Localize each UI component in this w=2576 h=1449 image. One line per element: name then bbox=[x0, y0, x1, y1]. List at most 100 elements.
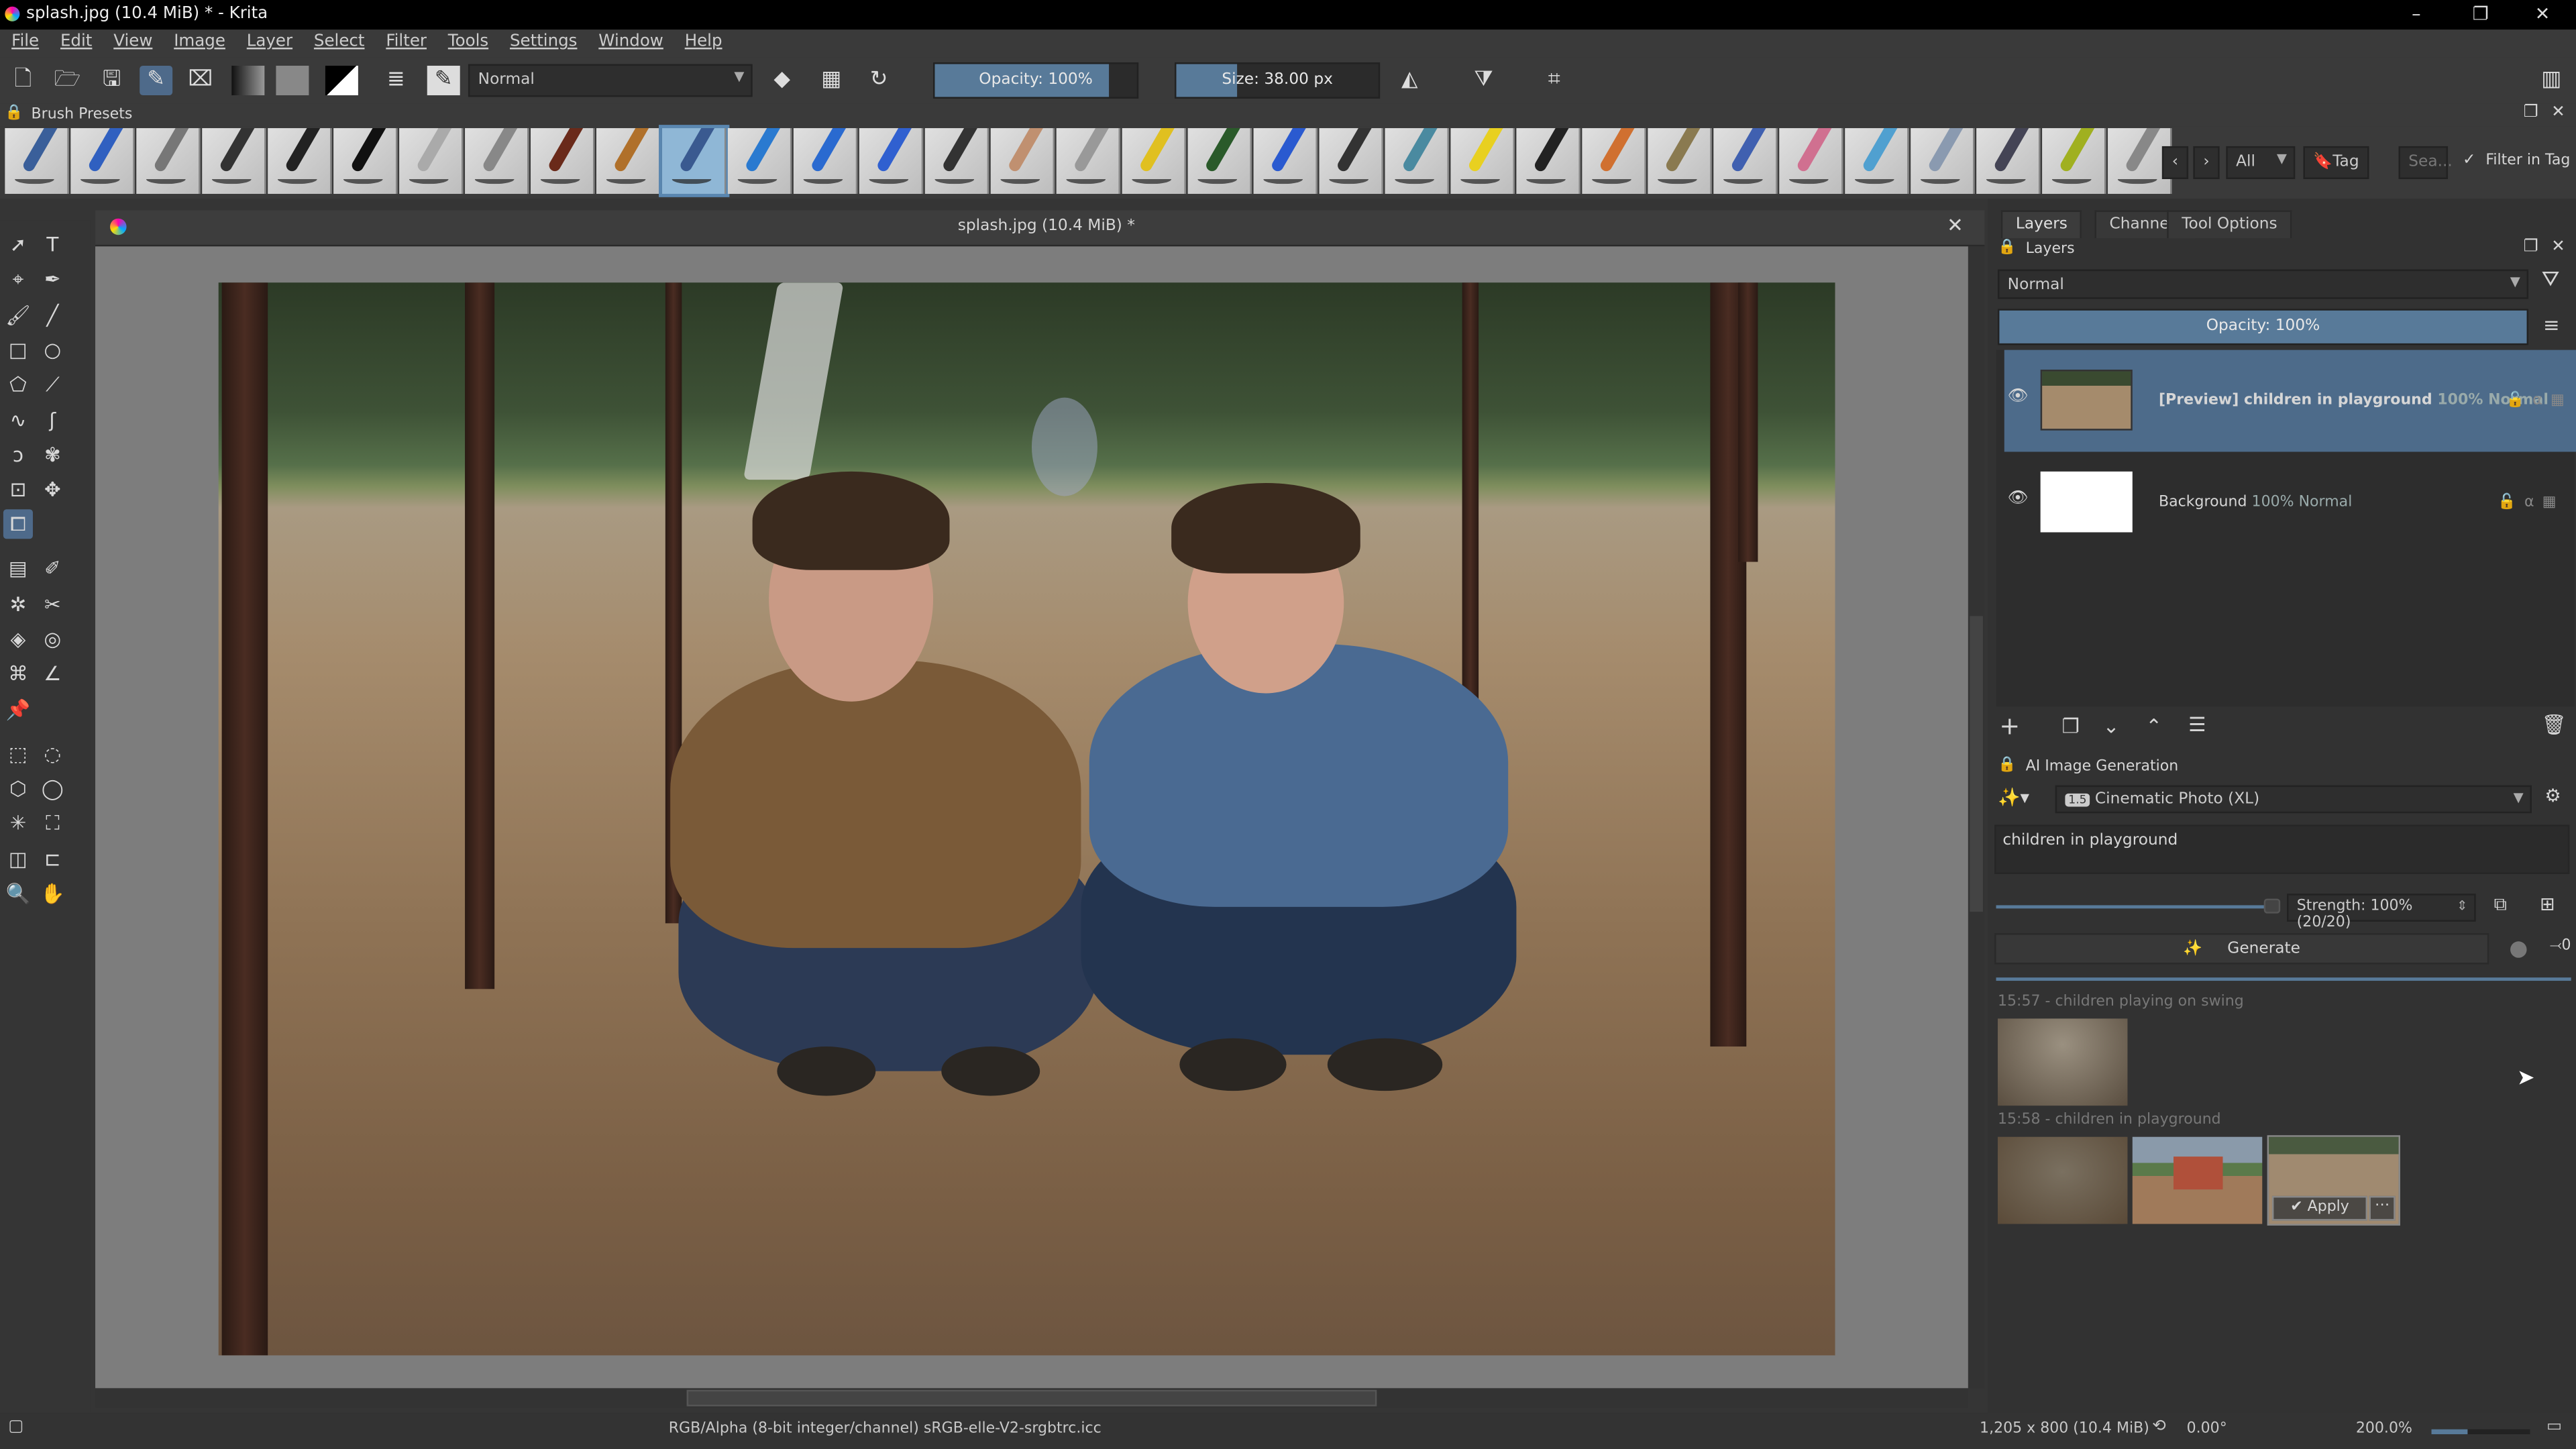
preserve-alpha-icon[interactable]: ▦ bbox=[815, 66, 848, 95]
edit-shapes-tool-icon[interactable]: ⌖ bbox=[3, 265, 33, 294]
new-document-icon[interactable]: 🗋 bbox=[7, 66, 40, 95]
save-icon[interactable]: 🖫 bbox=[95, 66, 128, 95]
bezier-tool-icon[interactable]: ∿ bbox=[3, 405, 33, 435]
brush-editor-icon[interactable]: ✎ bbox=[140, 65, 173, 96]
brush-preset-tile[interactable] bbox=[1911, 128, 1975, 194]
lock-icon[interactable]: 🔒 bbox=[1998, 757, 2016, 773]
layer-opacity-slider[interactable]: Opacity: 100% bbox=[1997, 309, 2529, 345]
magnetic-select-tool-icon[interactable]: ⊏ bbox=[38, 844, 67, 873]
next-preset-button[interactable]: › bbox=[2193, 146, 2220, 179]
polygon-tool-icon[interactable]: ⬠ bbox=[3, 370, 33, 399]
layer-blend-mode-dropdown[interactable]: Normal ▼ bbox=[1997, 269, 2529, 299]
close-document-button[interactable]: ✕ bbox=[1947, 213, 1964, 236]
menu-window[interactable]: Window bbox=[587, 30, 673, 51]
strength-spinbox[interactable]: Strength: 100% (20/20) ⇕ bbox=[2287, 894, 2476, 932]
filter-icon[interactable]: ⛛ bbox=[2542, 268, 2560, 292]
maximize-button[interactable]: ❐ bbox=[2473, 3, 2489, 25]
tag-filter-dropdown[interactable]: All ▼ bbox=[2226, 146, 2296, 179]
dynamic-brush-tool-icon[interactable]: ↄ bbox=[3, 440, 33, 470]
brush-preset-tile[interactable] bbox=[268, 128, 332, 194]
brush-preset-tile[interactable] bbox=[1779, 128, 1843, 194]
move-layer-up-icon[interactable]: ⌃ bbox=[2145, 714, 2162, 737]
history-thumbnail[interactable] bbox=[1997, 1136, 2128, 1224]
brush-preset-icon[interactable]: ✎ bbox=[427, 65, 460, 96]
tag-button[interactable]: 🔖Tag bbox=[2303, 146, 2369, 179]
close-window-button[interactable]: ✕ bbox=[2535, 3, 2551, 25]
more-options-button[interactable]: ⋯ bbox=[2369, 1195, 2396, 1221]
canvas-image[interactable] bbox=[218, 282, 1835, 1356]
menu-layer[interactable]: Layer bbox=[235, 30, 303, 51]
rectangle-tool-icon[interactable]: □ bbox=[3, 335, 33, 364]
history-thumbnail-selected[interactable]: ✔ Apply ⋯ bbox=[2267, 1135, 2400, 1226]
bezier-select-tool-icon[interactable]: ◫ bbox=[3, 844, 33, 873]
brush-preset-tile[interactable] bbox=[399, 128, 464, 194]
crop-tool-icon[interactable]: ⧠ bbox=[3, 510, 33, 540]
generate-button[interactable]: ✨ Generate bbox=[1994, 933, 2489, 965]
brush-preset-tile[interactable] bbox=[1845, 128, 1909, 194]
brush-preset-tile[interactable] bbox=[1516, 128, 1580, 194]
history-thumbnail[interactable] bbox=[2132, 1136, 2263, 1224]
add-layer-result-icon[interactable]: ⧉ bbox=[2494, 894, 2507, 916]
lock-icon[interactable]: 🔒 bbox=[1998, 240, 2016, 256]
add-layer-icon[interactable]: + bbox=[1999, 711, 2020, 741]
queue-count[interactable]: ⤙0 bbox=[2550, 938, 2571, 954]
brush-preset-tile[interactable] bbox=[202, 128, 266, 194]
preset-search-input[interactable]: Sea... bbox=[2398, 146, 2453, 179]
calligraphy-tool-icon[interactable]: ✒ bbox=[38, 265, 67, 294]
fill-tool-icon[interactable]: ◈ bbox=[3, 625, 33, 654]
menu-view[interactable]: View bbox=[102, 30, 162, 51]
move-tool-icon[interactable]: ✥ bbox=[38, 475, 67, 504]
enclose-fill-tool-icon[interactable]: ◎ bbox=[38, 625, 67, 654]
brush-preset-tile[interactable] bbox=[1976, 128, 2041, 194]
tab-layers[interactable]: Layers bbox=[2000, 210, 2082, 239]
brush-preset-tile[interactable] bbox=[990, 128, 1055, 194]
close-panel-icon[interactable]: ✕ bbox=[2551, 238, 2565, 256]
fg-bg-color-icon[interactable] bbox=[325, 65, 358, 96]
brush-preset-tile[interactable] bbox=[70, 128, 135, 194]
rect-select-tool-icon[interactable]: ⬚ bbox=[3, 739, 33, 768]
brush-preset-tile[interactable] bbox=[924, 128, 989, 194]
tab-tool-options[interactable]: Tool Options bbox=[2167, 210, 2292, 239]
blend-mode-dropdown[interactable]: Normal ▼ bbox=[468, 64, 753, 97]
add-region-icon[interactable]: ⊞ bbox=[2540, 894, 2555, 915]
brush-preset-tile[interactable] bbox=[1713, 128, 1778, 194]
close-panel-icon[interactable]: ✕ bbox=[2551, 103, 2565, 121]
float-icon[interactable]: ❐ bbox=[2524, 103, 2538, 121]
mirror-vertical-icon[interactable]: ⧩ bbox=[1467, 66, 1500, 95]
assistant-tool-icon[interactable]: ⌘ bbox=[3, 659, 33, 689]
menu-icon[interactable]: ≡ bbox=[2543, 314, 2560, 337]
brush-preset-tile[interactable] bbox=[1122, 128, 1187, 194]
brush-preset-tile[interactable] bbox=[5, 128, 69, 194]
minimize-button[interactable]: – bbox=[2412, 3, 2420, 25]
visibility-eye-icon[interactable]: 👁 bbox=[2008, 388, 2029, 406]
move-layer-down-icon[interactable]: ⌄ bbox=[2103, 714, 2120, 737]
brush-preset-tile[interactable] bbox=[727, 128, 792, 194]
selection-mode-icon[interactable]: ▢ bbox=[8, 1417, 23, 1436]
menu-help[interactable]: Help bbox=[674, 30, 733, 51]
freehand-select-tool-icon[interactable]: ◯ bbox=[38, 773, 67, 803]
polygon-select-tool-icon[interactable]: ⬡ bbox=[3, 773, 33, 803]
menu-file[interactable]: File bbox=[0, 30, 49, 51]
transform-tool-icon[interactable]: ⊡ bbox=[3, 475, 33, 504]
wrap-around-icon[interactable]: ⌗ bbox=[1538, 66, 1570, 95]
brush-preset-tile[interactable] bbox=[1319, 128, 1384, 194]
select-shapes-tool-icon[interactable]: ➚ bbox=[3, 230, 33, 260]
duplicate-layer-icon[interactable]: ❐ bbox=[2061, 714, 2079, 737]
text-tool-icon[interactable]: T bbox=[38, 230, 67, 260]
eraser-mode-icon[interactable]: ◆ bbox=[765, 66, 798, 95]
menu-edit[interactable]: Edit bbox=[49, 30, 102, 51]
layer-row[interactable]: 👁 [Preview] children in playground 100% … bbox=[2004, 350, 2576, 452]
filter-in-tag-checkbox[interactable]: ✓ bbox=[2463, 151, 2476, 169]
similar-select-tool-icon[interactable]: ⛶ bbox=[38, 808, 67, 838]
magic-wand-icon[interactable]: ✨▾ bbox=[1998, 787, 2029, 808]
brush-preset-tile[interactable] bbox=[1187, 128, 1252, 194]
brush-preset-tile[interactable] bbox=[1450, 128, 1515, 194]
layer-lock-alpha-icons[interactable]: 🔓α▦ bbox=[2498, 494, 2565, 511]
brush-preset-tile[interactable] bbox=[793, 128, 858, 194]
freehand-brush-tool-icon[interactable]: 🖌 bbox=[3, 300, 33, 329]
color-sampler-tool-icon[interactable]: ✐ bbox=[38, 554, 67, 584]
lock-icon[interactable]: 🔒 bbox=[5, 105, 23, 121]
strength-slider-handle[interactable] bbox=[2263, 898, 2281, 914]
brush-preset-tile[interactable] bbox=[531, 128, 595, 194]
layer-row[interactable]: 👁 Background 100% Normal 🔓α▦ bbox=[1996, 451, 2575, 553]
